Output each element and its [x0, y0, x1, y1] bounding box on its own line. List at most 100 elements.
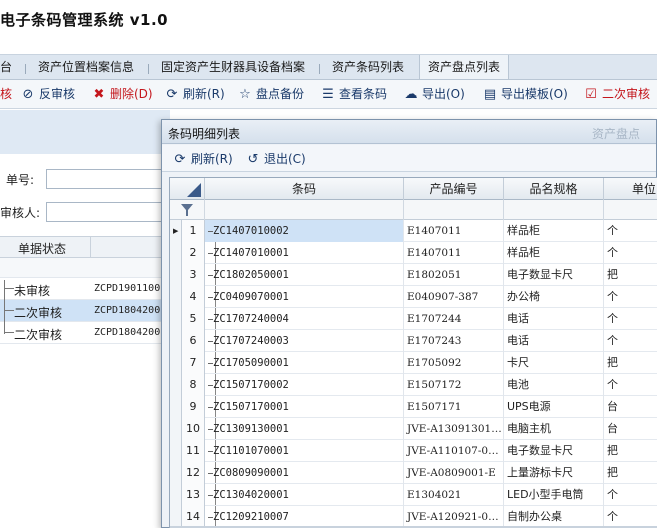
delete-x-icon: ✖ — [93, 87, 105, 102]
reviewer-input[interactable] — [46, 202, 166, 222]
dialog-refresh-button[interactable]: ⟳ 刷新(R) — [172, 150, 233, 169]
export-template-button[interactable]: ▤ 导出模板(O) — [482, 85, 568, 104]
row-number: 3 — [182, 264, 205, 286]
table-row[interactable]: 2 ZC1407010001 E1407011 样品柜个 — [170, 242, 657, 264]
table-row[interactable]: 6 ZC1707240003 E1707243 电话个 — [170, 330, 657, 352]
tab-dashboard[interactable]: 台 — [0, 55, 12, 79]
row-indicator — [170, 506, 182, 528]
bg-filter-row — [0, 258, 170, 278]
cell-name-spec: 电池 — [504, 374, 604, 396]
cell-barcode: ZC1507170001 — [205, 396, 404, 418]
row-status: 未审核 — [14, 284, 51, 298]
dialog-exit-button[interactable]: ↺ 退出(C) — [245, 150, 306, 169]
cell-name-spec: 电话 — [504, 308, 604, 330]
column-header-barcode[interactable]: 条码 — [205, 178, 404, 200]
row-indicator — [170, 330, 182, 352]
cell-unit: 个 — [604, 374, 657, 396]
order-no-label: 单号: — [6, 173, 35, 187]
cell-product-no: E1507171 — [404, 396, 504, 418]
table-row[interactable]: ▶ 1 ZC1407010002 E1407011 样品柜个 — [170, 220, 657, 242]
cell-barcode: ZC1705090001 — [205, 352, 404, 374]
table-row[interactable]: 4 ZC0409070001 E040907-387 办公椅个 — [170, 286, 657, 308]
row-order-no: ZCPD1901100 — [94, 283, 161, 294]
row-indicator — [170, 308, 182, 330]
filter-cell[interactable] — [170, 200, 205, 220]
select-all-corner[interactable] — [170, 178, 205, 200]
corner-triangle-icon — [187, 183, 201, 197]
inventory-backup-button[interactable]: ☆ 盘点备份 — [237, 85, 304, 104]
cell-unit: 个 — [604, 242, 657, 264]
reverse-approve-button[interactable]: ⊘ 反审核 — [20, 85, 75, 104]
tab-separator — [148, 64, 149, 74]
view-barcode-button[interactable]: ☰ 查看条码 — [320, 85, 387, 104]
tab-asset-location[interactable]: 资产位置档案信息 — [38, 55, 134, 79]
cell-product-no: E1802051 — [404, 264, 504, 286]
tab-separator — [25, 64, 26, 74]
main-toolbar: 核 ⊘ 反审核 ✖ 删除(D) ⟳ 刷新(R) ☆ 盘点备份 ☰ 查看条码 ☁ 导出(O) … — [0, 80, 657, 109]
table-row[interactable]: 未审核 ZCPD1901100 — [0, 278, 170, 300]
cell-product-no: JVE-A120921-0… — [404, 506, 504, 528]
refresh-button[interactable]: ⟳ 刷新(R) — [164, 85, 225, 104]
order-no-input[interactable] — [46, 169, 166, 189]
table-row[interactable]: 12 ZC0809090001 JVE-A0809001-E 上量游标卡尺把 — [170, 462, 657, 484]
cell-product-no: E1707243 — [404, 330, 504, 352]
table-row[interactable]: 二次审核 ZCPD1804200 — [0, 322, 170, 344]
cell-name-spec: 电子数显卡尺 — [504, 264, 604, 286]
cell-product-no: E1304021 — [404, 484, 504, 506]
app-title: 电子条码管理系统 v1.0 — [0, 11, 169, 29]
filter-product-no[interactable] — [404, 200, 504, 220]
approve-button[interactable]: 核 — [0, 85, 12, 104]
row-indicator — [170, 440, 182, 462]
cell-unit: 把 — [604, 264, 657, 286]
cell-barcode: ZC1802050001 — [205, 264, 404, 286]
column-header-name-spec[interactable]: 品名规格 — [504, 178, 604, 200]
cell-name-spec: 办公椅 — [504, 286, 604, 308]
row-number: 1 — [182, 220, 205, 242]
export-button[interactable]: ☁ 导出(O) — [403, 85, 465, 104]
column-header-product-no[interactable]: 产品编号 — [404, 178, 504, 200]
cell-product-no: E1407011 — [404, 220, 504, 242]
column-header-unit[interactable]: 单位 — [604, 178, 657, 200]
table-row[interactable]: 5 ZC1707240004 E1707244 电话个 — [170, 308, 657, 330]
cell-unit: 台 — [604, 396, 657, 418]
filter-name-spec[interactable] — [504, 200, 604, 220]
table-row[interactable]: 10 ZC1309130001 JVE-A13091301… 电脑主机台 — [170, 418, 657, 440]
reverse-approve-icon: ⊘ — [22, 87, 34, 102]
refresh-icon: ⟳ — [166, 87, 178, 102]
cell-name-spec: 电子数显卡尺 — [504, 440, 604, 462]
app-title-bar: 电子条码管理系统 v1.0 — [0, 0, 657, 54]
dialog-title-bar[interactable]: 条码明细列表 资产盘点 — [162, 120, 656, 144]
cell-barcode: ZC1407010002 — [205, 220, 404, 242]
table-row[interactable]: 11 ZC1101070001 JVE-A110107-0… 电子数显卡尺把 — [170, 440, 657, 462]
cell-unit: 个 — [604, 330, 657, 352]
cell-unit: 把 — [604, 440, 657, 462]
table-row[interactable]: 二次审核 ZCPD1804200 — [0, 300, 170, 322]
column-divider — [90, 237, 91, 259]
filter-band — [0, 110, 170, 154]
cell-name-spec: 电话 — [504, 330, 604, 352]
tab-asset-inventory[interactable]: 资产盘点列表 — [419, 55, 510, 79]
second-approve-button[interactable]: ☑ 二次审核 — [583, 85, 650, 104]
cell-barcode: ZC1707240004 — [205, 308, 404, 330]
table-row[interactable]: 7 ZC1705090001 E1705092 卡尺把 — [170, 352, 657, 374]
cell-barcode: ZC0409070001 — [205, 286, 404, 308]
delete-button[interactable]: ✖ 删除(D) — [91, 85, 153, 104]
cell-name-spec: 卡尺 — [504, 352, 604, 374]
filter-barcode[interactable] — [205, 200, 404, 220]
table-row[interactable]: 9 ZC1507170001 E1507171 UPS电源台 — [170, 396, 657, 418]
cell-barcode: ZC1101070001 — [205, 440, 404, 462]
cell-unit: 把 — [604, 352, 657, 374]
table-row[interactable]: 14 ZC1209210007 JVE-A120921-0… 自制办公桌个 — [170, 506, 657, 528]
row-number: 10 — [182, 418, 205, 440]
table-row[interactable]: 3 ZC1802050001 E1802051 电子数显卡尺把 — [170, 264, 657, 286]
table-row[interactable]: 8 ZC1507170002 E1507172 电池个 — [170, 374, 657, 396]
tab-fixed-assets[interactable]: 固定资产生财器具设备档案 — [161, 55, 305, 79]
row-indicator — [170, 242, 182, 264]
tab-asset-barcodes[interactable]: 资产条码列表 — [332, 55, 404, 79]
cell-unit: 台 — [604, 418, 657, 440]
cell-name-spec: 样品柜 — [504, 242, 604, 264]
row-indicator — [170, 462, 182, 484]
row-indicator — [170, 484, 182, 506]
cell-product-no: E1705092 — [404, 352, 504, 374]
table-row[interactable]: 13 ZC1304020001 E1304021 LED小型手电筒个 — [170, 484, 657, 506]
